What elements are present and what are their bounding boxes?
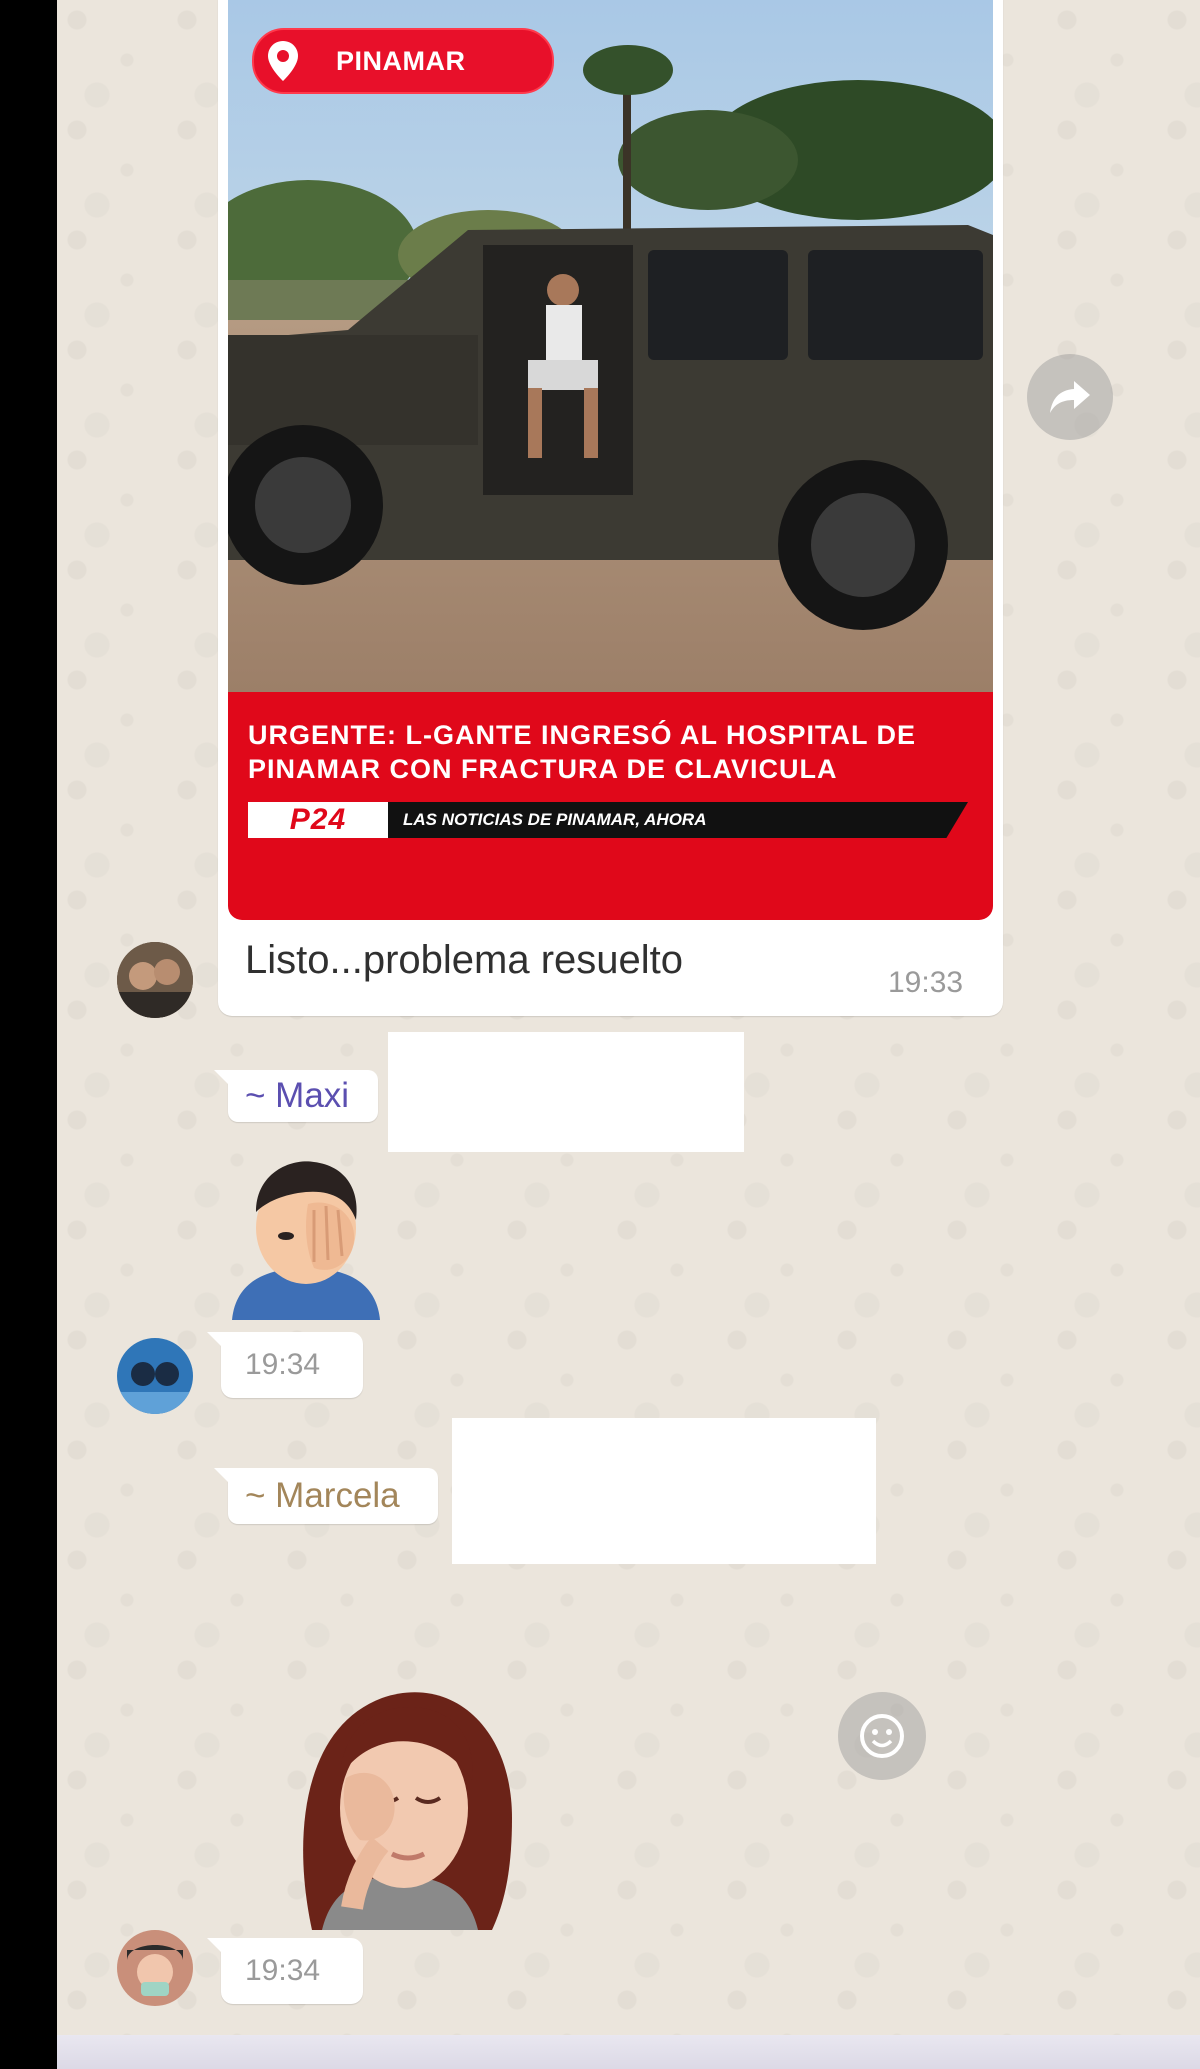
time-bubble: 19:34 <box>207 1332 363 1398</box>
avatar[interactable] <box>117 1338 193 1414</box>
redacted-region <box>388 1032 744 1152</box>
message-time: 19:34 <box>245 1954 321 1987</box>
sticker-reaction-button[interactable] <box>838 1692 926 1780</box>
sender-name-maxi: ~ Maxi <box>245 1076 350 1115</box>
message-time: 19:34 <box>245 1348 321 1381</box>
news-caption-area: Listo...problema resuelto 19:33 <box>228 0 993 1020</box>
time-bubble: 19:34 <box>207 1938 363 2004</box>
facepalm-woman-sticker <box>303 1692 512 1930</box>
bottom-bar <box>57 2035 1200 2069</box>
forward-button[interactable] <box>1027 354 1113 440</box>
avatar-image <box>117 1338 193 1414</box>
sticker-face-icon <box>860 1714 904 1758</box>
avatar-image <box>117 942 193 1018</box>
facepalm-man-emoji <box>232 1161 380 1320</box>
forward-arrow-icon <box>1050 381 1090 413</box>
sender-name-marcela: ~ Marcela <box>245 1476 400 1515</box>
avatar[interactable] <box>117 942 193 1018</box>
avatar[interactable] <box>117 1930 193 2006</box>
redacted-region <box>452 1418 876 1564</box>
avatar-image <box>117 1930 193 2006</box>
message-caption: Listo...problema resuelto <box>245 938 684 982</box>
message-time: 19:33 <box>888 966 964 999</box>
